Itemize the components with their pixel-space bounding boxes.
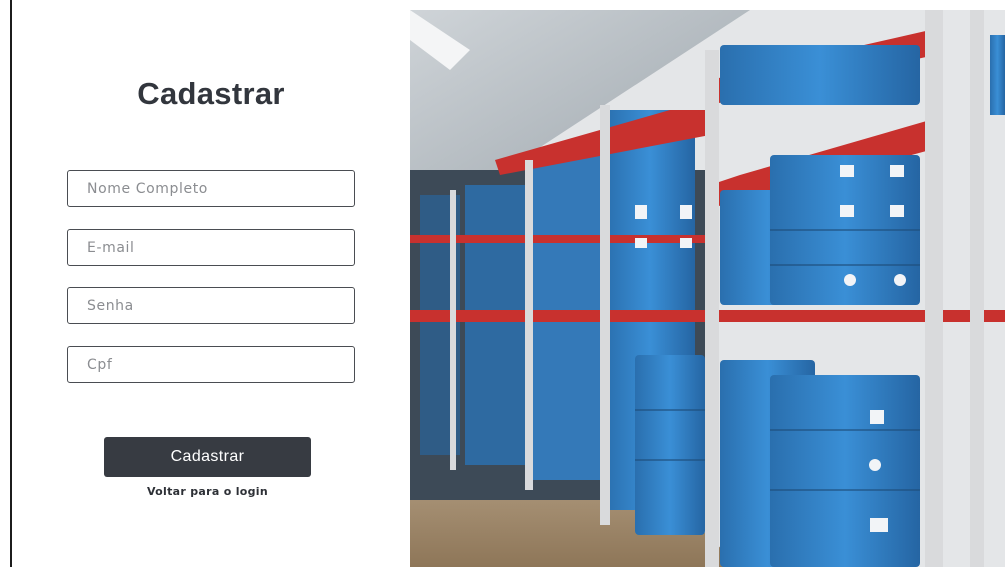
register-page: Cadastrar Cadastrar Voltar para o login	[0, 0, 1005, 567]
page-title: Cadastrar	[137, 76, 285, 111]
full-name-input[interactable]	[67, 170, 355, 207]
email-input[interactable]	[67, 229, 355, 266]
register-button[interactable]: Cadastrar	[104, 437, 311, 477]
register-form: Cadastrar Cadastrar Voltar para o login	[12, 0, 410, 567]
back-to-login-link[interactable]: Voltar para o login	[104, 485, 311, 498]
warehouse-shelves-with-blue-bins-icon	[410, 10, 1005, 567]
warehouse-photo	[410, 10, 1005, 567]
cpf-input[interactable]	[67, 346, 355, 383]
password-input[interactable]	[67, 287, 355, 324]
